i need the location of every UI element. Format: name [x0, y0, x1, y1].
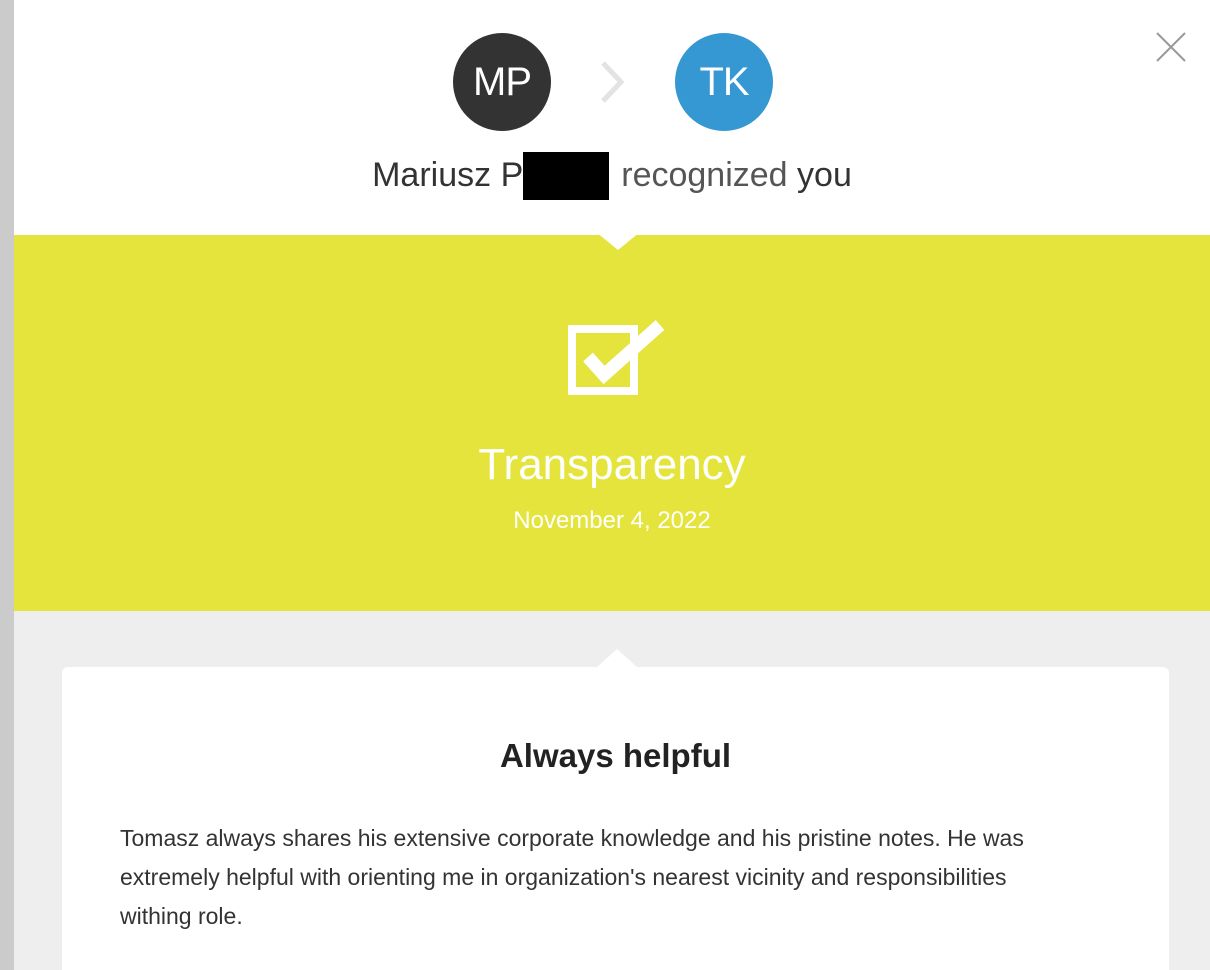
modal-backdrop-edge [0, 0, 14, 970]
recognition-headline: Mariusz P recognized you [14, 152, 1210, 200]
message-title: Always helpful [499, 737, 732, 774]
avatar-row: MP TK [14, 33, 1210, 131]
recognition-date: November 4, 2022 [513, 507, 711, 534]
card-notch [597, 649, 637, 667]
redaction-box [523, 152, 610, 200]
sender-avatar[interactable]: MP [453, 33, 551, 131]
headline-action: recognized [621, 156, 788, 194]
value-title: Transparency [478, 440, 746, 489]
value-banner: Transparency November 4, 2022 [14, 232, 1210, 611]
banner-notch [596, 232, 640, 250]
message-body: Tomasz always shares his extensive corpo… [120, 825, 1024, 929]
receiver-avatar[interactable]: TK [675, 33, 773, 131]
recognition-modal: MP TK Mariusz P recognized you Transparen… [14, 0, 1210, 970]
headline-target: you [797, 156, 852, 194]
sender-name[interactable]: Mariusz P [372, 156, 523, 194]
message-area: Always helpful Tomasz always shares his … [14, 611, 1210, 970]
message-card: Always helpful Tomasz always shares his … [62, 649, 1169, 970]
chevron-right-icon [597, 59, 627, 105]
checkbox-checked-icon [568, 315, 668, 401]
